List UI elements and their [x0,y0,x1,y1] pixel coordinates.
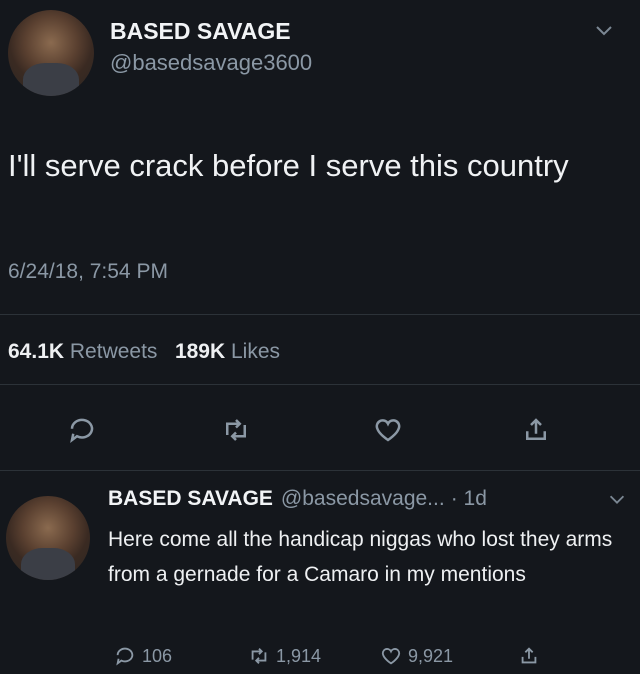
reply-reply-button[interactable]: 106 [114,645,172,667]
likes-stat[interactable]: 189K Likes [175,340,280,363]
reply-like-button[interactable]: 9,921 [380,645,453,667]
heart-icon [381,648,401,665]
tweet-timestamp[interactable]: 6/24/18, 7:54 PM [8,260,168,284]
reply-button[interactable] [64,412,100,448]
reply-handle[interactable]: @basedsavage... [281,487,445,510]
likes-label: Likes [231,340,281,363]
retweets-label: Retweets [69,340,158,363]
reply-display-name[interactable]: BASED SAVAGE [108,487,273,510]
reply-text: Here come all the handicap niggas who lo… [108,528,613,586]
reply-share-button[interactable] [518,645,540,667]
reply-icon [116,647,134,666]
likes-count: 189K [174,340,226,363]
chevron-down-icon[interactable] [606,488,628,515]
reply-icon [70,418,94,443]
chevron-down-icon[interactable] [592,18,616,47]
avatar[interactable] [8,10,94,96]
reply-reply-count: 106 [142,645,173,666]
divider [0,314,640,315]
share-button[interactable] [518,412,554,448]
retweet-button[interactable] [218,412,254,448]
divider [0,470,640,471]
reply-retweet-button[interactable]: 1,914 [248,645,321,667]
reply-like-count: 9,921 [408,645,454,666]
avatar[interactable] [6,496,90,580]
handle[interactable]: @basedsavage3600 [110,50,312,76]
display-name[interactable]: BASED SAVAGE [110,18,291,45]
heart-icon [375,419,401,442]
reply-retweet-count: 1,914 [276,645,322,666]
share-icon [521,647,537,664]
tweet-stats: 64.1K Retweets 189K Likes [8,340,280,364]
share-icon [526,418,546,440]
retweet-icon [251,648,267,664]
reply-header: BASED SAVAGE @basedsavage... · 1d [108,487,487,511]
retweets-stat[interactable]: 64.1K Retweets [8,340,157,363]
retweet-icon [226,419,246,441]
like-button[interactable] [370,412,406,448]
retweets-count: 64.1K [8,340,65,363]
divider [0,384,640,385]
reply-time[interactable]: · 1d [451,487,487,510]
tweet-text: I'll serve crack before I serve this cou… [8,148,569,183]
